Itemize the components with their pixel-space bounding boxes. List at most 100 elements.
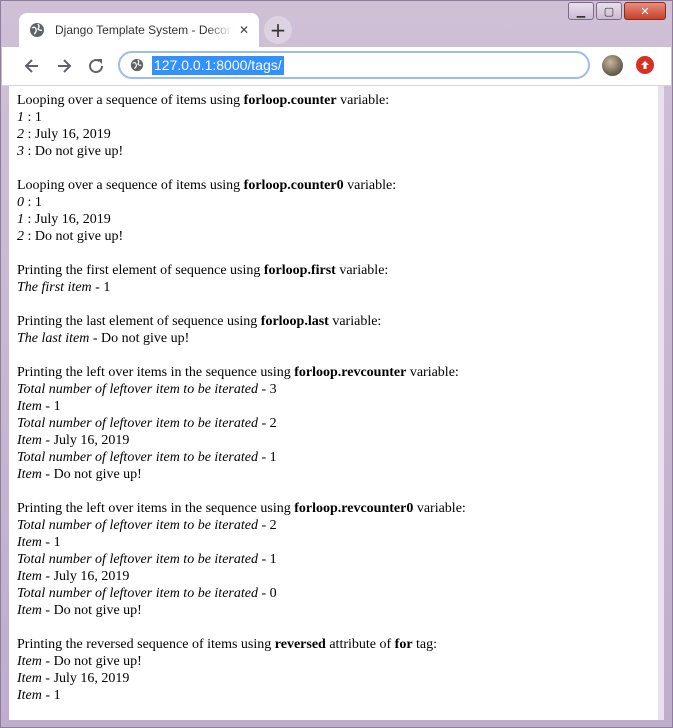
content-section: Looping over a sequence of items using f… xyxy=(17,177,664,245)
close-window-button[interactable]: ✕ xyxy=(624,2,666,20)
item-separator: - xyxy=(257,416,270,431)
list-item: Total number of leftover item to be iter… xyxy=(17,551,664,568)
item-label: The first item xyxy=(17,280,92,295)
item-separator: - xyxy=(41,569,54,584)
section-intro: Printing the left over items in the sequ… xyxy=(17,500,664,517)
intro-text: Printing the first element of sequence u… xyxy=(17,263,264,278)
maximize-button[interactable]: ▢ xyxy=(596,2,622,20)
section-intro: Printing the last element of sequence us… xyxy=(17,313,664,330)
list-item: The last item - Do not give up! xyxy=(17,330,664,347)
item-separator: - xyxy=(41,671,54,686)
item-value: July 16, 2019 xyxy=(34,127,111,142)
item-value: 1 xyxy=(53,535,61,550)
item-value: 1 xyxy=(53,688,61,703)
content-section: Printing the reversed sequence of items … xyxy=(17,636,664,704)
item-label: Item xyxy=(17,671,42,686)
item-separator: - xyxy=(257,586,270,601)
item-value: Do not give up! xyxy=(34,144,124,159)
item-label: Item xyxy=(17,535,42,550)
item-value: July 16, 2019 xyxy=(53,569,130,584)
item-separator: - xyxy=(41,688,54,703)
toolbar: 127.0.0.1:8000/tags/ xyxy=(2,47,671,86)
new-tab-button[interactable]: + xyxy=(264,16,292,44)
item-label: Item xyxy=(17,467,42,482)
item-separator: : xyxy=(24,144,35,159)
item-label: Item xyxy=(17,688,42,703)
list-item: Item - July 16, 2019 xyxy=(17,568,664,585)
list-item: Total number of leftover item to be iter… xyxy=(17,585,664,602)
list-item: The first item - 1 xyxy=(17,279,664,296)
intro-text: variable: xyxy=(413,501,466,516)
update-arrow-icon[interactable] xyxy=(636,56,654,74)
globe-icon xyxy=(30,23,44,37)
item-separator: - xyxy=(41,535,54,550)
content-section: Printing the left over items in the sequ… xyxy=(17,500,664,619)
back-arrow-icon[interactable] xyxy=(22,56,42,76)
intro-keyword: forloop.first xyxy=(263,263,336,278)
section-intro: Looping over a sequence of items using f… xyxy=(17,92,664,109)
list-item: Total number of leftover item to be iter… xyxy=(17,381,664,398)
item-label: 2 xyxy=(17,127,24,142)
intro-text: attribute of xyxy=(325,637,395,652)
item-value: 0 xyxy=(269,586,277,601)
item-separator: - xyxy=(41,467,54,482)
section-intro: Printing the reversed sequence of items … xyxy=(17,636,664,653)
tab-title: Django Template System - Decorators xyxy=(55,23,233,37)
intro-text: variable: xyxy=(336,93,390,108)
intro-text: Looping over a sequence of items using xyxy=(17,93,244,108)
intro-text: variable: xyxy=(406,365,459,380)
item-value: Do not give up! xyxy=(101,331,190,346)
item-label: The last item xyxy=(17,331,90,346)
item-separator: - xyxy=(41,399,54,414)
address-bar[interactable]: 127.0.0.1:8000/tags/ xyxy=(118,51,590,79)
item-value: 3 xyxy=(269,382,277,397)
intro-keyword: forloop.revcounter0 xyxy=(294,501,414,516)
browser-window: ▁ ▢ ✕ Django Template System - Decorator… xyxy=(0,0,673,728)
content-section: Printing the first element of sequence u… xyxy=(17,262,664,296)
content-section: Looping over a sequence of items using f… xyxy=(17,92,664,160)
item-label: Total number of leftover item to be iter… xyxy=(17,518,258,533)
intro-keyword: forloop.counter xyxy=(243,93,337,108)
intro-text: Printing the left over items in the sequ… xyxy=(17,501,295,516)
intro-text: tag: xyxy=(412,637,438,652)
list-item: Item - Do not give up! xyxy=(17,602,664,619)
section-intro: Printing the left over items in the sequ… xyxy=(17,364,664,381)
globe-icon xyxy=(130,58,144,72)
intro-keyword: forloop.counter0 xyxy=(243,178,344,193)
profile-avatar[interactable] xyxy=(602,55,623,76)
item-value: 1 xyxy=(103,280,111,295)
list-item: Total number of leftover item to be iter… xyxy=(17,517,664,534)
item-value: 1 xyxy=(53,399,61,414)
item-separator: - xyxy=(257,552,270,567)
list-item: Item - Do not give up! xyxy=(17,653,664,670)
intro-keyword: forloop.last xyxy=(260,314,329,329)
list-item: Item - 1 xyxy=(17,534,664,551)
section-intro: Looping over a sequence of items using f… xyxy=(17,177,664,194)
list-item: Total number of leftover item to be iter… xyxy=(17,449,664,466)
intro-text: Printing the reversed sequence of items … xyxy=(17,637,275,652)
item-separator: : xyxy=(24,127,35,142)
item-value: 2 xyxy=(269,518,277,533)
item-value: July 16, 2019 xyxy=(53,671,130,686)
content-section: Printing the left over items in the sequ… xyxy=(17,364,664,483)
reload-icon[interactable] xyxy=(86,56,106,76)
minimize-button[interactable]: ▁ xyxy=(568,2,594,20)
item-separator: - xyxy=(41,433,54,448)
intro-text: Looping over a sequence of items using xyxy=(17,178,244,193)
page-content: Looping over a sequence of items using f… xyxy=(9,86,664,720)
window-controls: ▁ ▢ ✕ xyxy=(568,2,666,20)
list-item: 0 : 1 xyxy=(17,194,664,211)
item-label: 3 xyxy=(17,144,24,159)
url-text[interactable]: 127.0.0.1:8000/tags/ xyxy=(152,55,284,75)
item-value: Do not give up! xyxy=(53,467,142,482)
item-separator: - xyxy=(257,450,270,465)
list-item: Item - July 16, 2019 xyxy=(17,670,664,687)
item-label: Total number of leftover item to be iter… xyxy=(17,586,258,601)
tab-close-button[interactable]: ✕ xyxy=(239,23,249,37)
forward-arrow-icon[interactable] xyxy=(54,56,74,76)
item-label: Total number of leftover item to be iter… xyxy=(17,382,258,397)
item-value: Do not give up! xyxy=(53,603,142,618)
browser-tab[interactable]: Django Template System - Decorators ✕ xyxy=(19,13,259,47)
item-label: Total number of leftover item to be iter… xyxy=(17,552,258,567)
item-value: 2 xyxy=(269,416,277,431)
